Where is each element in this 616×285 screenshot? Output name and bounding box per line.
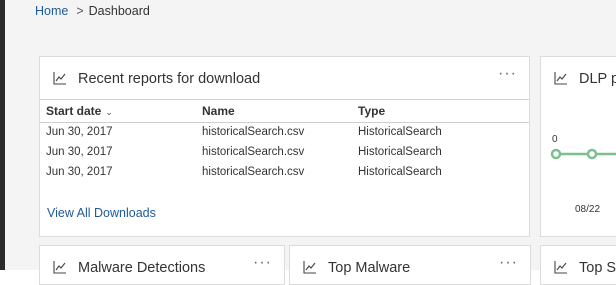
- breadcrumb-home-link[interactable]: Home: [35, 4, 68, 18]
- data-point[interactable]: [550, 148, 562, 160]
- table-header: Start date ⌄ Name Type: [40, 99, 529, 123]
- column-header-type[interactable]: Type: [358, 104, 385, 118]
- more-options-icon[interactable]: ···: [499, 254, 518, 272]
- dlp-card: DLP po 0 08/22: [540, 56, 616, 237]
- line-chart-icon: [53, 72, 66, 85]
- cell-type: HistoricalSearch: [358, 146, 442, 158]
- recent-reports-card: Recent reports for download ··· Start da…: [39, 56, 530, 237]
- card-title: DLP po: [579, 71, 616, 87]
- card-title: Recent reports for download: [78, 71, 261, 87]
- top-se-card: Top Se: [540, 245, 616, 285]
- top-malware-card: Top Malware ···: [289, 245, 531, 285]
- view-all-downloads-link[interactable]: View All Downloads: [47, 206, 156, 220]
- cell-start-date: Jun 30, 2017: [46, 146, 113, 158]
- card-title: Top Se: [579, 260, 616, 276]
- table-row[interactable]: Jun 30, 2017 historicalSearch.csv Histor…: [40, 143, 529, 163]
- cell-name: historicalSearch.csv: [202, 146, 305, 158]
- card-title: Top Malware: [328, 260, 411, 276]
- more-options-icon[interactable]: ···: [253, 254, 272, 272]
- malware-detections-card: Malware Detections ···: [39, 245, 285, 285]
- column-header-name[interactable]: Name: [202, 104, 235, 118]
- cell-name: historicalSearch.csv: [202, 166, 305, 178]
- table-row[interactable]: Jun 30, 2017 historicalSearch.csv Histor…: [40, 163, 529, 183]
- x-tick-label: 08/22: [575, 204, 601, 215]
- cell-type: HistoricalSearch: [358, 166, 442, 178]
- dlp-line-chart: [550, 148, 616, 160]
- breadcrumb-current: Dashboard: [88, 4, 150, 18]
- cell-start-date: Jun 30, 2017: [46, 126, 113, 138]
- more-options-icon[interactable]: ···: [498, 65, 517, 83]
- line-chart-icon: [303, 261, 316, 274]
- dashboard-canvas: Home > Dashboard Recent reports for downlo…: [5, 0, 616, 285]
- column-label: Start date: [46, 104, 102, 118]
- line-chart-icon: [554, 72, 567, 85]
- breadcrumb: Home > Dashboard: [35, 4, 150, 18]
- line-chart-icon: [554, 261, 567, 274]
- cell-type: HistoricalSearch: [358, 126, 442, 138]
- column-header-start-date[interactable]: Start date ⌄: [46, 104, 113, 118]
- table-body: Jun 30, 2017 historicalSearch.csv Histor…: [40, 123, 529, 183]
- table-row[interactable]: Jun 30, 2017 historicalSearch.csv Histor…: [40, 123, 529, 143]
- data-point[interactable]: [586, 148, 598, 160]
- line-chart-icon: [53, 261, 66, 274]
- card-title: Malware Detections: [78, 260, 206, 276]
- cell-start-date: Jun 30, 2017: [46, 166, 113, 178]
- breadcrumb-separator: >: [76, 4, 84, 18]
- cell-name: historicalSearch.csv: [202, 126, 305, 138]
- chevron-down-icon: ⌄: [105, 107, 113, 117]
